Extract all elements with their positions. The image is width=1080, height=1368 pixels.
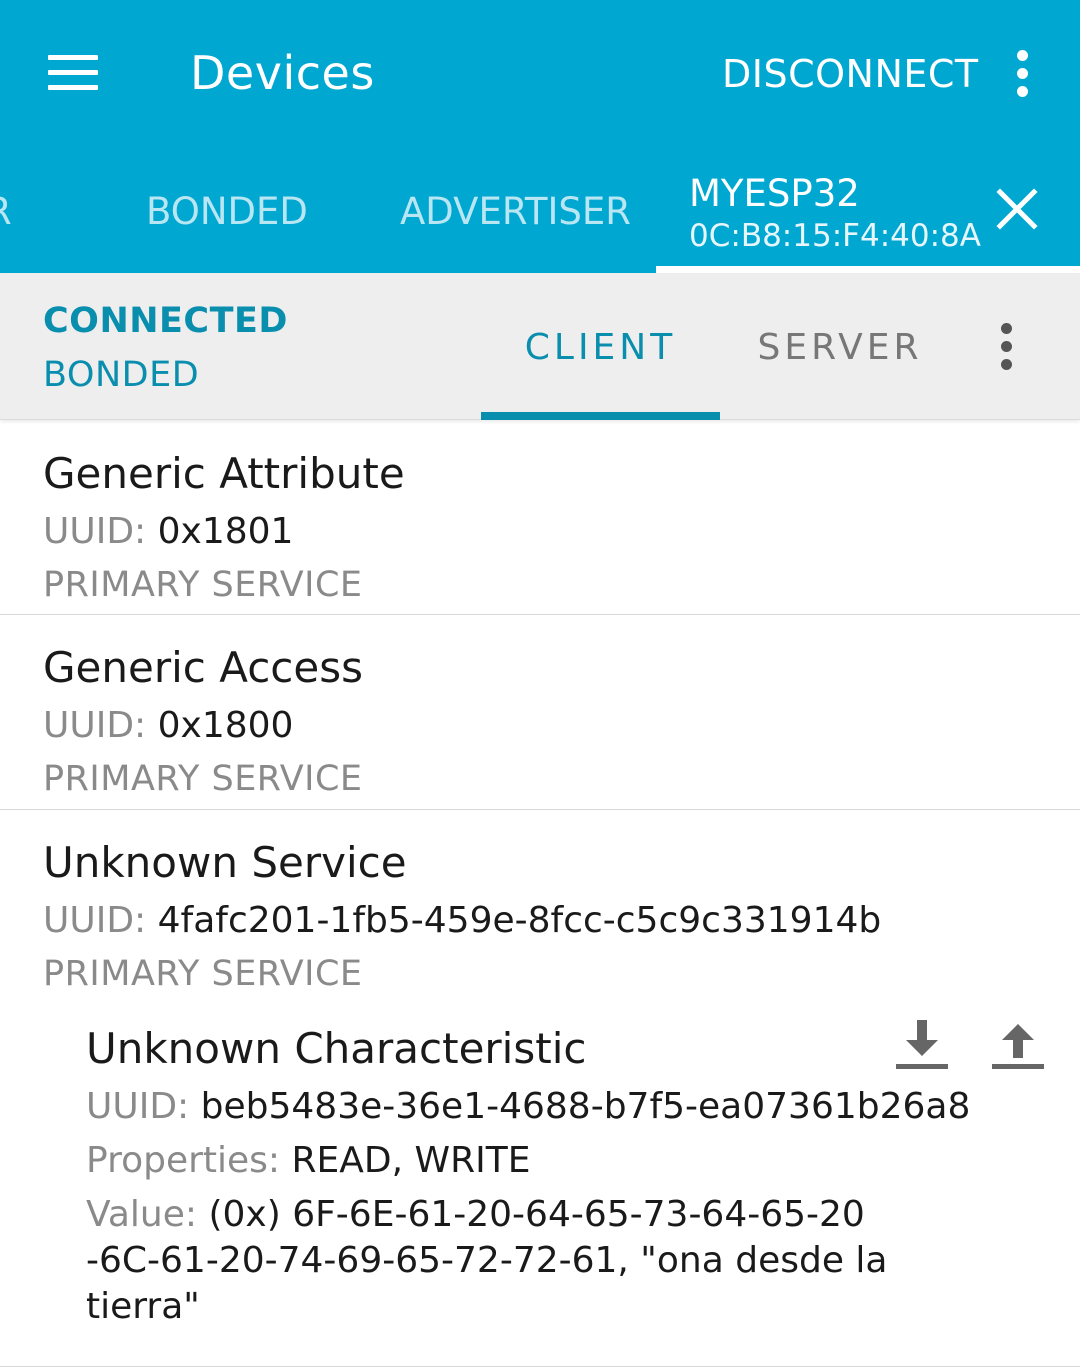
characteristic-value: Value: (0x) 6F-6E-61-20-64-65-73-64-65-2… [86, 1194, 865, 1235]
characteristic-item[interactable]: Unknown Characteristic UUID: beb5483e-36… [0, 1010, 1080, 1368]
upload-icon[interactable] [986, 1016, 1050, 1076]
characteristic-name: Unknown Characteristic [86, 1024, 587, 1073]
service-type: PRIMARY SERVICE [43, 954, 363, 994]
tab-server[interactable]: SERVER [725, 273, 955, 420]
page-title: Devices [190, 46, 375, 100]
tab-advertiser[interactable]: ADVERTISER [400, 190, 631, 233]
more-options-icon[interactable] [990, 321, 1024, 373]
tab-server-label: SERVER [757, 327, 923, 368]
close-icon[interactable] [996, 188, 1038, 230]
app-bar: Devices DISCONNECT R BONDED ADVERTISER M… [0, 0, 1080, 273]
tab-client-label: CLIENT [524, 327, 677, 368]
uuid-value: 0x1801 [157, 511, 294, 552]
uuid-value: 4fafc201-1fb5-459e-8fcc-c5c9c331914b [157, 900, 882, 941]
connection-bar: CONNECTED BONDED CLIENT SERVER [0, 273, 1080, 420]
uuid-key: UUID: [86, 1086, 190, 1127]
service-type: PRIMARY SERVICE [43, 565, 363, 605]
service-uuid: UUID: 0x1801 [43, 511, 293, 552]
characteristic-uuid: UUID: beb5483e-36e1-4688-b7f5-ea07361b26… [86, 1086, 970, 1127]
service-item[interactable]: Unknown Service UUID: 4fafc201-1fb5-459e… [0, 810, 1080, 1010]
device-name: MYESP32 [689, 172, 860, 215]
service-item[interactable]: Generic Attribute UUID: 0x1801 PRIMARY S… [0, 421, 1080, 614]
service-item[interactable]: Generic Access UUID: 0x1800 PRIMARY SERV… [0, 615, 1080, 809]
tab-scanner-partial[interactable]: R [0, 190, 12, 233]
connection-status: CONNECTED [43, 301, 288, 341]
disconnect-button[interactable]: DISCONNECT [722, 52, 979, 96]
uuid-key: UUID: [43, 900, 147, 941]
tab-indicator [656, 266, 1080, 273]
service-type: PRIMARY SERVICE [43, 759, 363, 799]
device-address: 0C:B8:15:F4:40:8A [689, 218, 981, 254]
service-name: Generic Attribute [43, 449, 405, 498]
more-options-icon[interactable] [1006, 48, 1040, 100]
uuid-key: UUID: [43, 511, 147, 552]
value-key: Value: [86, 1194, 197, 1235]
menu-icon[interactable] [44, 48, 102, 98]
characteristic-properties: Properties: READ, WRITE [86, 1140, 530, 1181]
service-uuid: UUID: 4fafc201-1fb5-459e-8fcc-c5c9c33191… [43, 900, 881, 941]
divider [0, 1366, 1080, 1367]
uuid-value: beb5483e-36e1-4688-b7f5-ea07361b26a8 [200, 1086, 971, 1127]
download-icon[interactable] [890, 1016, 954, 1076]
tab-indicator [481, 412, 720, 420]
properties-value: READ, WRITE [291, 1140, 531, 1181]
value-line-2: -6C-61-20-74-69-65-72-72-61, "ona desde … [86, 1240, 888, 1281]
tab-bonded[interactable]: BONDED [146, 190, 308, 233]
value-line-3: tierra" [86, 1286, 200, 1327]
uuid-key: UUID: [43, 705, 147, 746]
service-name: Generic Access [43, 643, 364, 692]
value-line-1: (0x) 6F-6E-61-20-64-65-73-64-65-20 [208, 1194, 865, 1235]
properties-key: Properties: [86, 1140, 281, 1181]
uuid-value: 0x1800 [157, 705, 294, 746]
service-uuid: UUID: 0x1800 [43, 705, 293, 746]
service-name: Unknown Service [43, 838, 407, 887]
bond-status: BONDED [43, 355, 200, 395]
tab-client[interactable]: CLIENT [481, 273, 720, 420]
